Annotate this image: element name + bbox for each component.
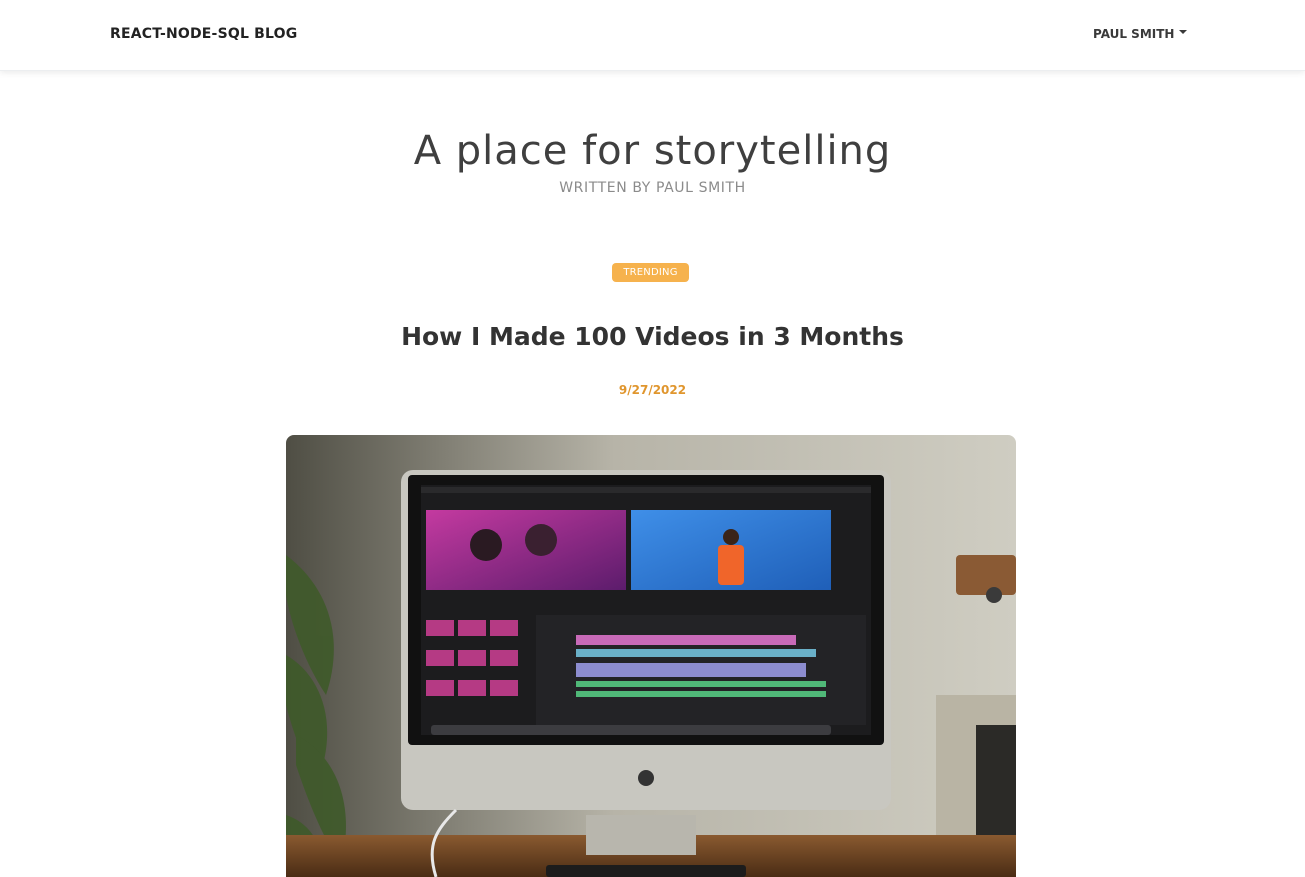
hero-title: A place for storytelling (413, 128, 892, 174)
caret-down-icon (1179, 29, 1188, 34)
post-date: 9/27/2022 (618, 383, 687, 397)
post-title[interactable]: How I Made 100 Videos in 3 Months (0, 322, 1305, 351)
brand-link[interactable]: REACT-NODE-SQL BLOG (110, 26, 297, 42)
trending-badge[interactable]: TRENDING (612, 263, 689, 282)
post-featured-image[interactable] (286, 435, 1016, 877)
hero-subtitle: WRITTEN BY PAUL SMITH (559, 180, 746, 196)
user-dropdown-toggle[interactable]: PAUL SMITH (1093, 27, 1188, 41)
top-navbar: REACT-NODE-SQL BLOG PAUL SMITH (0, 0, 1305, 71)
user-name: PAUL SMITH (1093, 27, 1175, 41)
